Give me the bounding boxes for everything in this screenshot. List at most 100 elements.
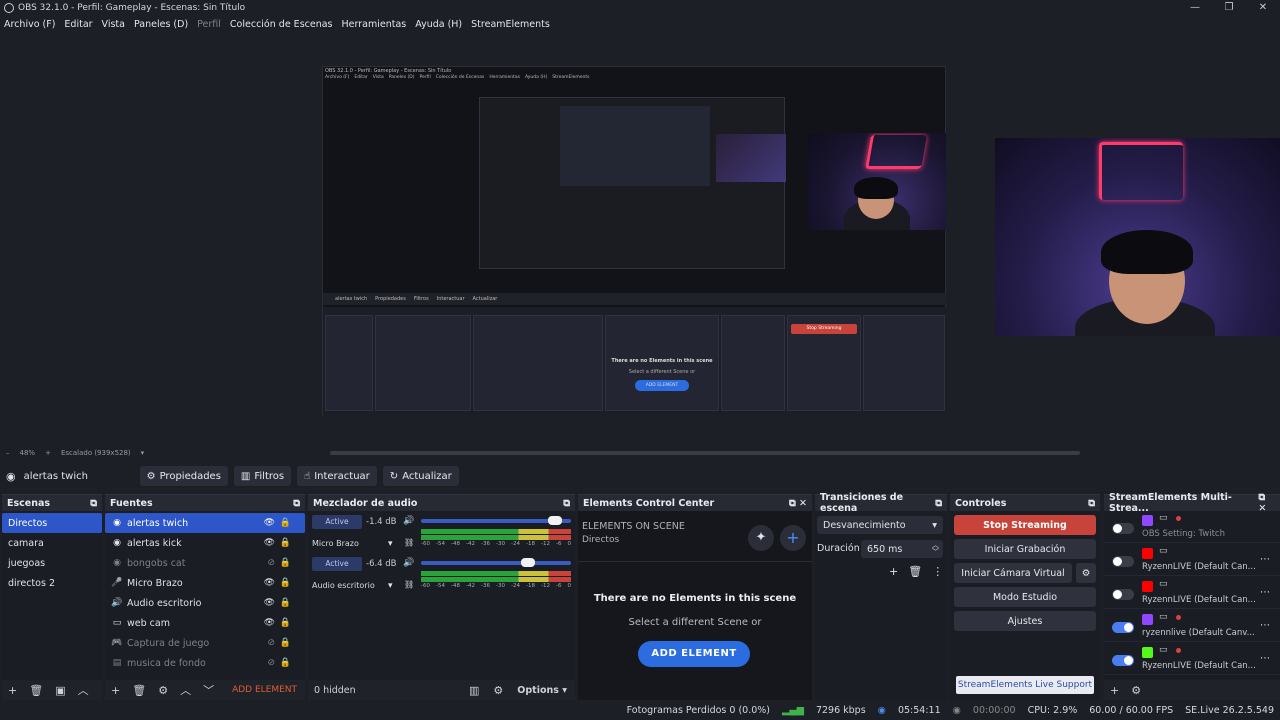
preview-horizontal-scrollbar[interactable]	[330, 451, 1080, 455]
volume-knob[interactable]	[521, 558, 535, 567]
gear-icon[interactable]: ⚙	[158, 684, 168, 697]
volume-slider[interactable]	[421, 561, 571, 565]
virtual-camera-button[interactable]: Iniciar Cámara Virtual	[954, 563, 1072, 583]
stream-toggle[interactable]	[1112, 556, 1134, 567]
gear-icon[interactable]: ⚙	[1076, 563, 1096, 583]
eye-slash-icon[interactable]: ⊘	[267, 558, 275, 568]
chevron-down-icon[interactable]: ▾	[141, 449, 145, 457]
filter-icon[interactable]: ▣	[55, 684, 65, 697]
settings-button[interactable]: Ajustes	[954, 611, 1096, 631]
lock-icon[interactable]: 🔒	[280, 638, 291, 648]
undock-icon[interactable]: ⧉	[935, 498, 942, 509]
duration-input[interactable]: 650 ms ︿ ﹀	[861, 540, 943, 558]
stream-toggle[interactable]	[1112, 655, 1134, 666]
stop-streaming-button[interactable]: Stop Streaming	[954, 515, 1096, 535]
refresh-button[interactable]: ↻ Actualizar	[382, 466, 459, 486]
more-icon[interactable]: ⋮	[932, 565, 943, 578]
menu-item[interactable]: Paneles (D)	[134, 19, 188, 30]
source-item[interactable]: ◉ alertas kick 👁 🔒	[105, 533, 305, 553]
start-recording-button[interactable]: Iniciar Grabación	[954, 539, 1096, 559]
menu-item[interactable]: Ayuda (H)	[415, 19, 462, 30]
more-icon[interactable]: ⋯	[1260, 554, 1270, 565]
menu-item[interactable]: Colección de Escenas	[230, 19, 333, 30]
more-icon[interactable]: ⋯	[1260, 653, 1270, 664]
add-icon[interactable]: +	[111, 684, 120, 697]
scene-item[interactable]: juegoas	[2, 553, 102, 573]
lock-icon[interactable]: 🔒	[280, 518, 291, 528]
trash-icon[interactable]: 🗑	[908, 565, 922, 578]
eye-slash-icon[interactable]: ⊘	[267, 658, 275, 668]
eye-icon[interactable]: 👁	[264, 578, 275, 588]
arrow-up-icon[interactable]: ︿	[180, 682, 191, 698]
source-item[interactable]: 🎮 Captura de juego ⊘ 🔒	[105, 633, 305, 653]
source-item[interactable]: ◉ alertas twich 👁 🔒	[105, 513, 305, 533]
scene-item[interactable]: camara	[2, 533, 102, 553]
scene-item[interactable]: Directos	[2, 513, 102, 533]
close-icon[interactable]: ⧉ ✕	[789, 498, 807, 509]
menu-item[interactable]: Herramientas	[342, 19, 407, 30]
eye-slash-icon[interactable]: ⊘	[267, 638, 275, 648]
transition-select[interactable]: Desvanecimiento ▾	[817, 516, 943, 534]
menu-item[interactable]: Vista	[102, 19, 125, 30]
lock-icon[interactable]: 🔒	[280, 558, 291, 568]
source-item[interactable]: ▤ musica de fondo ⊘ 🔒	[105, 653, 305, 673]
filters-button[interactable]: ▥ Filtros	[233, 466, 292, 486]
stream-toggle[interactable]	[1112, 589, 1134, 600]
menu-item[interactable]: Perfil	[197, 19, 221, 30]
properties-button[interactable]: ⚙ Propiedades	[139, 466, 228, 486]
more-icon[interactable]: ⋯	[1260, 620, 1270, 631]
menu-item[interactable]: Archivo (F)	[4, 19, 55, 30]
close-button[interactable]: ✕	[1246, 0, 1280, 16]
live-support-button[interactable]: StreamElements Live Support	[956, 676, 1094, 694]
lock-icon[interactable]: 🔒	[280, 538, 291, 548]
gear-icon[interactable]: ⚙	[1131, 684, 1141, 697]
trash-icon[interactable]: 🗑	[29, 684, 43, 697]
source-item[interactable]: ▭ web cam 👁 🔒	[105, 613, 305, 633]
arrow-down-icon[interactable]: ﹀	[203, 682, 214, 698]
undock-icon[interactable]: ⧉	[293, 498, 300, 509]
add-icon[interactable]: +	[889, 565, 898, 578]
lock-icon[interactable]: 🔒	[280, 618, 291, 628]
options-button[interactable]: Options ▾	[517, 685, 567, 696]
eye-icon[interactable]: 👁	[264, 518, 275, 528]
more-icon[interactable]: ⋯	[1260, 587, 1270, 598]
arrow-up-icon[interactable]: ︿	[78, 682, 89, 698]
magic-icon[interactable]: ✦	[748, 525, 774, 551]
maximize-button[interactable]: ❐	[1212, 0, 1246, 16]
add-icon[interactable]: +	[780, 525, 806, 551]
chevron-down-icon[interactable]: ▾	[388, 581, 393, 591]
undock-icon[interactable]: ⧉	[90, 498, 97, 509]
zoom-in-button[interactable]: +	[45, 449, 51, 457]
studio-mode-button[interactable]: Modo Estudio	[954, 587, 1096, 607]
link-icon[interactable]: ⛓	[404, 580, 414, 589]
chevron-down-icon[interactable]: ▾	[388, 539, 393, 549]
source-item[interactable]: ◉ bongobs cat ⊘ 🔒	[105, 553, 305, 573]
undock-icon[interactable]: ⧉	[1088, 498, 1095, 509]
add-icon[interactable]: +	[8, 684, 17, 697]
menu-item[interactable]: StreamElements	[471, 19, 550, 30]
add-element-button[interactable]: ADD ELEMENT	[232, 685, 297, 695]
link-icon[interactable]: ⛓	[404, 538, 414, 547]
speaker-icon[interactable]: 🔊	[403, 516, 414, 526]
source-item[interactable]: 🔊 Audio escritorio 👁 🔒	[105, 593, 305, 613]
lock-icon[interactable]: 🔒	[280, 658, 291, 668]
stream-toggle[interactable]	[1112, 622, 1134, 633]
speaker-icon[interactable]: 🔊	[403, 558, 414, 568]
eye-icon[interactable]: 👁	[264, 618, 275, 628]
eye-icon[interactable]: 👁	[264, 598, 275, 608]
volume-knob[interactable]	[548, 516, 562, 525]
menu-item[interactable]: Editar	[64, 19, 92, 30]
settings-icon[interactable]: ⚙	[493, 684, 503, 697]
stepper-icon[interactable]: ︿ ﹀	[932, 542, 939, 556]
layout-icon[interactable]: ▥	[469, 684, 479, 697]
source-item[interactable]: 🎤 Micro Brazo 👁 🔒	[105, 573, 305, 593]
zoom-out-button[interactable]: –	[6, 449, 10, 457]
lock-icon[interactable]: 🔒	[280, 598, 291, 608]
add-element-button[interactable]: ADD ELEMENT	[638, 641, 750, 667]
stream-toggle[interactable]	[1112, 523, 1134, 534]
add-icon[interactable]: +	[1110, 684, 1119, 697]
scene-item[interactable]: directos 2	[2, 573, 102, 593]
minimize-button[interactable]: —	[1178, 0, 1212, 16]
undock-icon[interactable]: ⧉	[563, 498, 570, 509]
lock-icon[interactable]: 🔒	[280, 578, 291, 588]
